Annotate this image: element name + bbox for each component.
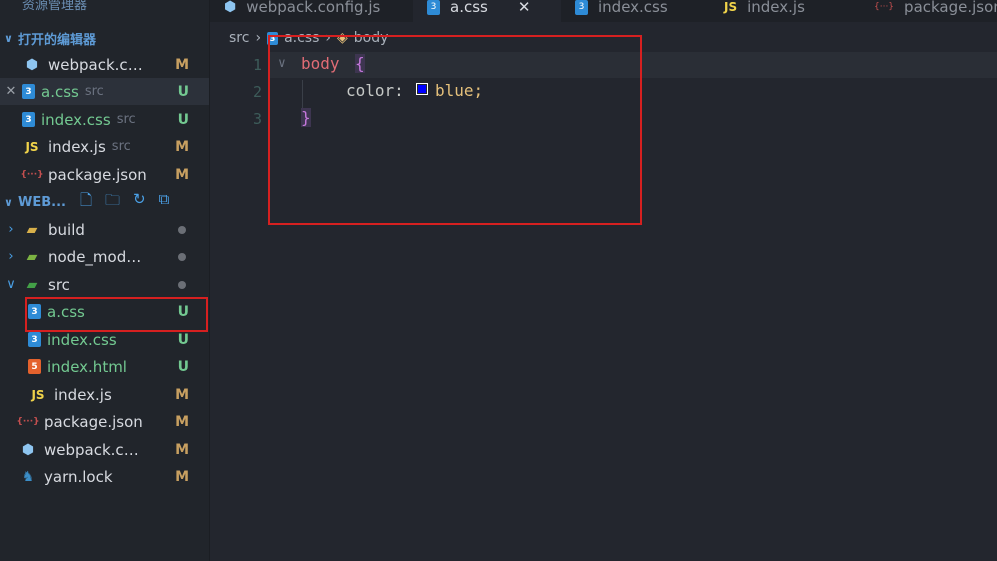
git-status-badge: M xyxy=(175,56,189,73)
open-editor-item-index-css[interactable]: 3 index.css src U xyxy=(0,106,209,133)
src-folder-icon: ▰ xyxy=(26,276,38,293)
folder-icon: ▰ xyxy=(26,221,38,238)
chevron-down-icon: ∨ xyxy=(4,31,13,45)
node-folder-icon: ▰ xyxy=(26,248,38,265)
status-dot xyxy=(178,280,186,289)
tree-file-package-json[interactable]: {···} package.json M xyxy=(0,408,209,435)
git-status-badge: M xyxy=(175,166,189,183)
git-status-badge: M xyxy=(175,441,189,458)
json-file-icon: {···} xyxy=(16,416,40,427)
tree-file-yarn-lock[interactable]: ♞ yarn.lock M xyxy=(0,463,209,490)
tree-folder-src[interactable]: ∨ ▰ src xyxy=(0,271,209,298)
open-editor-label: index.js xyxy=(48,137,106,156)
tree-label: index.html xyxy=(47,357,127,376)
open-editor-label: index.css xyxy=(41,110,111,129)
css-file-icon: 3 xyxy=(575,0,588,15)
open-editor-item-index-js[interactable]: JS index.js src M xyxy=(0,133,209,160)
webpack-icon: ⬢ xyxy=(21,441,35,458)
git-status-badge: U xyxy=(177,83,189,100)
open-editor-item-package-json[interactable]: {···} package.json M xyxy=(0,161,209,188)
tree-label: build xyxy=(48,220,85,239)
css-file-icon: 3 xyxy=(28,332,41,347)
git-status-badge: U xyxy=(177,331,189,348)
open-editor-dir: src xyxy=(116,112,136,127)
tree-label: package.json xyxy=(44,412,143,431)
tree-folder-build[interactable]: › ▰ build xyxy=(0,216,209,243)
git-status-badge: M xyxy=(175,468,189,485)
tree-label: index.css xyxy=(47,330,117,349)
webpack-icon: ⬢ xyxy=(224,0,237,15)
chevron-right-icon: › xyxy=(8,222,14,237)
tab-label: index.js xyxy=(747,0,805,16)
tab-index-js[interactable]: JS index.js xyxy=(724,0,864,22)
open-editors-header[interactable]: ∨ 打开的编辑器 xyxy=(0,27,209,49)
git-status-badge: U xyxy=(177,111,189,128)
open-editor-dir: src xyxy=(111,139,131,154)
tree-file-index-html[interactable]: 5 index.html U xyxy=(0,353,209,380)
open-editor-item-webpack-config[interactable]: ⬢ webpack.co... M xyxy=(0,51,209,78)
tree-label: src xyxy=(48,275,70,294)
tree-file-webpack-config[interactable]: ⬢ webpack.co... M xyxy=(0,436,209,463)
tab-index-css[interactable]: 3 index.css xyxy=(575,0,715,22)
html-file-icon: 5 xyxy=(28,359,41,374)
tree-label: webpack.co... xyxy=(44,440,144,459)
highlight-box xyxy=(25,297,208,332)
yarn-icon: ♞ xyxy=(21,468,35,485)
open-editor-label: webpack.co... xyxy=(48,55,148,74)
open-editors-title: 打开的编辑器 xyxy=(18,32,97,48)
tree-label: yarn.lock xyxy=(44,467,113,486)
js-file-icon: JS xyxy=(25,139,39,154)
js-file-icon: JS xyxy=(724,0,738,14)
new-file-icon[interactable]: 🗋 xyxy=(80,190,92,215)
tree-label: node_modu... xyxy=(48,247,148,266)
status-dot xyxy=(178,225,186,234)
css-file-icon: 3 xyxy=(22,112,35,127)
webpack-icon: ⬢ xyxy=(25,56,39,73)
tab-label: webpack.config.js xyxy=(246,0,381,16)
line-number: 1 xyxy=(253,56,263,74)
workspace-header[interactable]: ∨ WEB... 🗋 🗀 ↻ ⧉ xyxy=(0,190,209,215)
open-editor-label: a.css xyxy=(41,82,79,101)
tab-a-css[interactable]: 3 a.css ✕ xyxy=(413,0,561,22)
open-editor-dir: src xyxy=(84,84,104,99)
new-folder-icon[interactable]: 🗀 xyxy=(105,190,120,215)
tab-package-json[interactable]: {···} package.json xyxy=(874,0,997,22)
open-editor-label: package.json xyxy=(48,165,147,184)
json-file-icon: {···} xyxy=(874,2,895,12)
git-status-badge: U xyxy=(177,358,189,375)
tab-bar: ⬢ webpack.config.js 3 a.css ✕ 3 index.cs… xyxy=(210,0,997,22)
explorer-title: 资源管理器 xyxy=(22,0,88,13)
breadcrumb-folder[interactable]: src xyxy=(229,30,249,46)
line-number: 3 xyxy=(253,110,263,128)
tree-label: index.js xyxy=(54,385,112,404)
close-icon[interactable]: ✕ xyxy=(0,84,22,99)
tab-webpack-config[interactable]: ⬢ webpack.config.js xyxy=(224,0,404,22)
collapse-all-icon[interactable]: ⧉ xyxy=(159,190,170,215)
explorer-sidebar: 资源管理器 ∨ 打开的编辑器 ⬢ webpack.co... M ✕ 3 a.c… xyxy=(0,0,210,561)
css-file-icon: 3 xyxy=(22,84,35,99)
highlight-box xyxy=(268,35,642,225)
tab-label: index.css xyxy=(598,0,668,16)
workspace-title: WEB... xyxy=(18,194,66,210)
status-dot xyxy=(178,252,186,261)
close-icon[interactable]: ✕ xyxy=(518,0,531,16)
tab-label: package.json xyxy=(904,0,997,16)
open-editor-item-a-css[interactable]: ✕ 3 a.css src U xyxy=(0,78,209,105)
js-file-icon: JS xyxy=(31,387,45,402)
css-file-icon: 3 xyxy=(427,0,440,15)
chevron-right-icon: › xyxy=(8,249,14,264)
line-number: 2 xyxy=(253,83,263,101)
chevron-down-icon: ∨ xyxy=(6,277,16,292)
tab-label: a.css xyxy=(450,0,488,16)
git-status-badge: M xyxy=(175,386,189,403)
tree-file-index-js[interactable]: JS index.js M xyxy=(0,381,209,408)
tree-folder-node-modules[interactable]: › ▰ node_modu... xyxy=(0,243,209,270)
chevron-down-icon: ∨ xyxy=(4,195,13,209)
refresh-icon[interactable]: ↻ xyxy=(133,190,146,215)
git-status-badge: M xyxy=(175,138,189,155)
git-status-badge: M xyxy=(175,413,189,430)
chevron-right-icon: › xyxy=(255,30,262,46)
json-file-icon: {···} xyxy=(20,169,44,180)
